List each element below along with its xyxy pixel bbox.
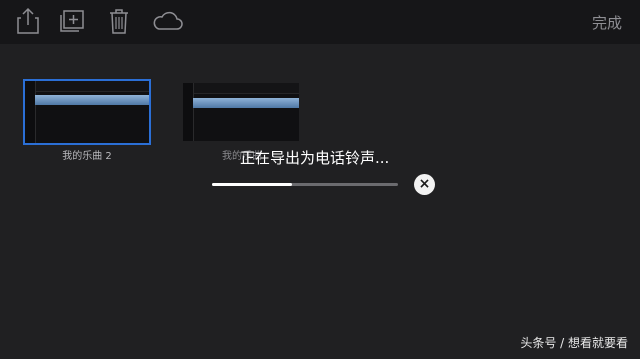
export-progress-fill: [212, 183, 292, 186]
cloud-icon[interactable]: [150, 7, 184, 35]
song-thumbnail[interactable]: [183, 83, 299, 141]
export-progress-bar: [212, 183, 398, 186]
track-header: [25, 81, 36, 143]
share-icon[interactable]: [13, 7, 43, 35]
cancel-export-button[interactable]: ×: [414, 174, 435, 195]
song-title: 我的乐曲 2: [62, 151, 112, 162]
trash-icon[interactable]: [104, 7, 134, 35]
export-status-message: 正在导出为电话铃声...: [240, 149, 390, 167]
top-toolbar: 完成: [0, 0, 640, 44]
audio-region: [193, 98, 299, 108]
track-header: [183, 83, 194, 141]
garageband-song-browser: 完成 我的乐曲 2 我的乐曲 正在导出为电话铃声... × 头条号 / 想看就要…: [0, 0, 640, 359]
timeline-ruler: [193, 83, 299, 94]
done-button[interactable]: 完成: [592, 12, 622, 33]
song-thumbnail[interactable]: [23, 79, 151, 145]
audio-region: [35, 95, 149, 105]
watermark-text: 头条号 / 想看就要看: [520, 336, 628, 350]
add-icon[interactable]: [57, 7, 87, 35]
timeline-ruler: [35, 81, 149, 92]
